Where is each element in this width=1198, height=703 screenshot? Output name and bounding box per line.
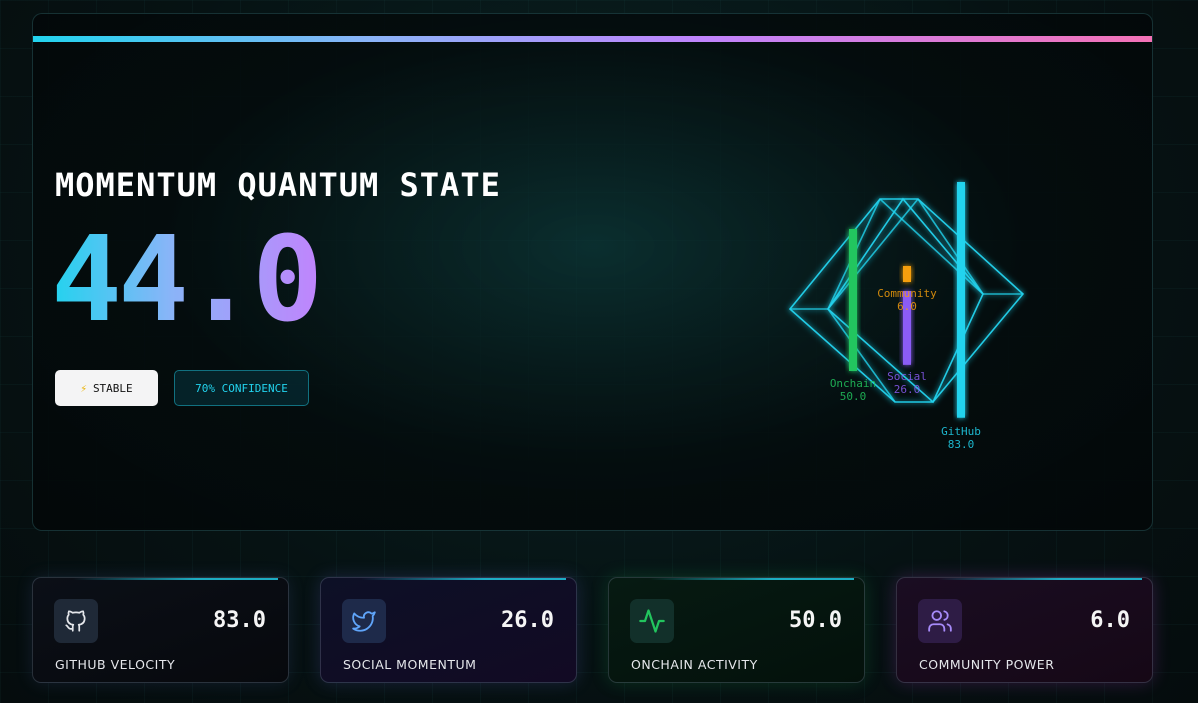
metric-label: SOCIAL MOMENTUM (343, 657, 477, 672)
metric-value: 6.0 (1090, 608, 1130, 633)
momentum-score: 44.0 (51, 210, 323, 348)
activity-pulse-icon (630, 599, 674, 643)
lightning-bolt-icon: ⚡ (80, 381, 87, 395)
wireframe-edge (879, 198, 984, 295)
metric-label: ONCHAIN ACTIVITY (631, 657, 758, 672)
github-icon (54, 599, 98, 643)
quantum-state-chart: Onchain50.0 Social26.0 Community6.0 GitHub8… (788, 182, 1025, 451)
bar-value-onchain: 50.0 (840, 390, 867, 403)
bar-value-github: 83.0 (948, 438, 975, 451)
momentum-panel: MOMENTUM QUANTUM STATE 44.0 ⚡ STABLE 70%… (32, 13, 1153, 531)
metric-label: COMMUNITY POWER (919, 657, 1055, 672)
metric-value: 83.0 (213, 608, 266, 633)
bar-label-community: Community (877, 287, 937, 300)
bar-github (957, 182, 965, 418)
metric-value: 50.0 (789, 608, 842, 633)
metric-label: GITHUB VELOCITY (55, 657, 176, 672)
confidence-badge-label: 70% CONFIDENCE (195, 381, 288, 395)
bar-community (903, 266, 911, 282)
confidence-badge[interactable]: 70% CONFIDENCE (174, 370, 309, 406)
metric-card-github[interactable]: 83.0 GITHUB VELOCITY (32, 577, 289, 683)
metric-value: 26.0 (501, 608, 554, 633)
bar-onchain (849, 229, 857, 371)
status-badge[interactable]: ⚡ STABLE (55, 370, 158, 406)
metric-card-community[interactable]: 6.0 COMMUNITY POWER (896, 577, 1153, 683)
gradient-accent-bar (33, 36, 1152, 42)
bar-label-github: GitHub (941, 425, 981, 438)
status-badge-label: STABLE (92, 381, 133, 395)
twitter-icon (342, 599, 386, 643)
metric-card-onchain[interactable]: 50.0 ONCHAIN ACTIVITY (608, 577, 865, 683)
bar-value-social: 26.0 (894, 383, 921, 396)
users-icon (918, 599, 962, 643)
metric-card-social[interactable]: 26.0 SOCIAL MOMENTUM (320, 577, 577, 683)
bar-label-social: Social (887, 370, 927, 383)
bar-label-onchain: Onchain (830, 377, 876, 390)
bar-value-community: 6.0 (897, 300, 917, 313)
panel-title: MOMENTUM QUANTUM STATE (55, 166, 501, 204)
